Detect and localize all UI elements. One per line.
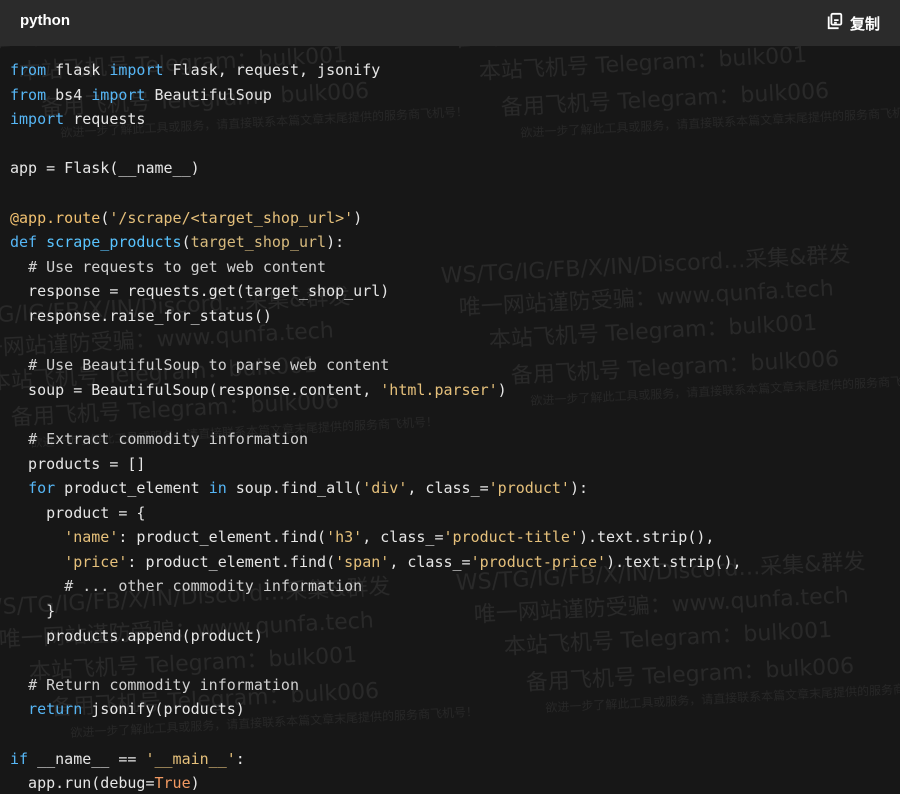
code-line: app = Flask(__name__) <box>10 159 200 178</box>
code-line: # Extract commodity information <box>28 429 309 448</box>
code-line: response = requests.get(target_shop_url) <box>10 282 390 301</box>
code-line: # Use BeautifulSoup to parse web content <box>28 356 390 375</box>
code-line: response.raise_for_status() <box>10 306 272 325</box>
code-line: # ... other commodity information <box>64 577 363 596</box>
code-line: products = [] <box>10 454 146 473</box>
code-line: return jsonify(products) <box>28 700 245 719</box>
copy-label: 复制 <box>849 15 880 33</box>
code-block-header: python 复制 <box>0 0 900 46</box>
code-line: } <box>10 602 56 621</box>
code-line: from flask import Flask, request, jsonif… <box>10 61 381 79</box>
copy-button[interactable]: 复制 <box>826 11 880 35</box>
code-line: # Use requests to get web content <box>28 257 327 276</box>
code-line: products.append(product) <box>10 626 263 645</box>
code-line: def scrape_products(target_shop_url): <box>10 233 345 252</box>
code-line: soup = BeautifulSoup(response.content, '… <box>10 380 507 399</box>
code-line: import requests <box>10 110 146 129</box>
language-label: python <box>20 12 70 29</box>
code-line: 'price': product_element.find('span', cl… <box>64 552 742 571</box>
code-content: from flask import Flask, request, jsonif… <box>10 58 742 794</box>
code-line: if __name__ == '__main__': <box>10 749 245 768</box>
code-line: product = { <box>10 503 146 522</box>
code-line: app.run(debug=True) <box>10 774 200 793</box>
code-line: for product_element in soup.find_all('di… <box>28 479 588 498</box>
code-line: @app.route('/scrape/<target_shop_url>') <box>10 208 363 227</box>
copy-icon <box>826 12 844 34</box>
code-block: WS/TG/IG/FB/X/IN/Discord…采集&群发唯一网站谨防受骗：w… <box>0 0 900 794</box>
code-line: # Return commodity information <box>28 675 299 694</box>
code-line: 'name': product_element.find('h3', class… <box>64 528 715 547</box>
code-line: from bs4 import BeautifulSoup <box>10 85 272 104</box>
